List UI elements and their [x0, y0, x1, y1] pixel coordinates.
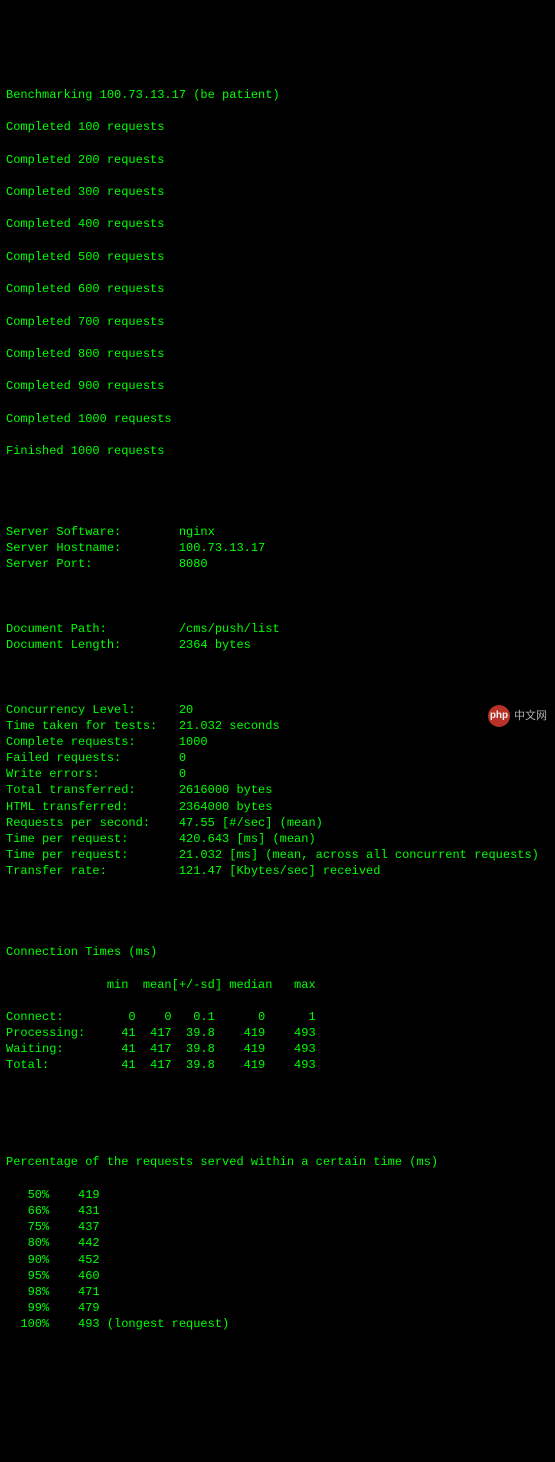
progress-line: Completed 600 requests	[6, 281, 549, 297]
percentile-row: 80% 442	[6, 1235, 549, 1251]
metric-row: Time per request: 420.643 [ms] (mean)	[6, 831, 549, 847]
metric-row: Total transferred: 2616000 bytes	[6, 782, 549, 798]
watermark: php 中文网	[488, 705, 547, 727]
percentile-row: 99% 479	[6, 1300, 549, 1316]
percentiles-section: Percentage of the requests served within…	[6, 1138, 549, 1348]
metric-row: Time per request: 21.032 [ms] (mean, acr…	[6, 847, 549, 863]
document-info-row: Document Path: /cms/push/list	[6, 621, 549, 637]
connection-times-header: min mean[+/-sd] median max	[6, 977, 549, 993]
progress-line: Completed 500 requests	[6, 249, 549, 265]
connection-time-row: Waiting: 41 417 39.8 419 493	[6, 1041, 549, 1057]
server-info-row: Server Software: nginx	[6, 524, 549, 540]
connection-time-row: Total: 41 417 39.8 419 493	[6, 1057, 549, 1073]
metric-row: Complete requests: 1000	[6, 734, 549, 750]
progress-line: Completed 300 requests	[6, 184, 549, 200]
benchmark-header: Benchmarking 100.73.13.17 (be patient)	[6, 87, 549, 103]
metric-row: Failed requests: 0	[6, 750, 549, 766]
connection-time-row: Connect: 0 0 0.1 0 1	[6, 1009, 549, 1025]
metric-row: Time taken for tests: 21.032 seconds	[6, 718, 549, 734]
percentile-row: 95% 460	[6, 1268, 549, 1284]
progress-line: Completed 1000 requests	[6, 411, 549, 427]
percentile-row: 75% 437	[6, 1219, 549, 1235]
percentile-row: 90% 452	[6, 1252, 549, 1268]
progress-line: Completed 900 requests	[6, 378, 549, 394]
php-logo-icon: php	[488, 705, 510, 727]
metric-row: Concurrency Level: 20	[6, 702, 549, 718]
document-info-row: Document Length: 2364 bytes	[6, 637, 549, 653]
server-info-row: Server Port: 8080	[6, 556, 549, 572]
percentile-row: 66% 431	[6, 1203, 549, 1219]
metrics-section: Concurrency Level: 20Time taken for test…	[6, 702, 549, 880]
server-info-row: Server Hostname: 100.73.13.17	[6, 540, 549, 556]
progress-line: Finished 1000 requests	[6, 443, 549, 459]
connection-time-row: Processing: 41 417 39.8 419 493	[6, 1025, 549, 1041]
watermark-text: 中文网	[514, 709, 547, 724]
server-info-section: Server Software: nginxServer Hostname: 1…	[6, 524, 549, 573]
percentile-row: 50% 419	[6, 1187, 549, 1203]
metric-row: Requests per second: 47.55 [#/sec] (mean…	[6, 815, 549, 831]
connection-times-section: Connection Times (ms) min mean[+/-sd] me…	[6, 928, 549, 1090]
metric-row: Write errors: 0	[6, 766, 549, 782]
percentile-row: 98% 471	[6, 1284, 549, 1300]
connection-times-title: Connection Times (ms)	[6, 944, 549, 960]
progress-line: Completed 200 requests	[6, 152, 549, 168]
percentile-row: 100% 493 (longest request)	[6, 1316, 549, 1332]
progress-line: Completed 400 requests	[6, 216, 549, 232]
percentiles-title: Percentage of the requests served within…	[6, 1154, 549, 1170]
progress-line: Completed 100 requests	[6, 119, 549, 135]
progress-section: Benchmarking 100.73.13.17 (be patient) C…	[6, 71, 549, 476]
progress-line: Completed 700 requests	[6, 314, 549, 330]
metric-row: Transfer rate: 121.47 [Kbytes/sec] recei…	[6, 863, 549, 879]
document-info-section: Document Path: /cms/push/listDocument Le…	[6, 621, 549, 653]
metric-row: HTML transferred: 2364000 bytes	[6, 799, 549, 815]
progress-line: Completed 800 requests	[6, 346, 549, 362]
